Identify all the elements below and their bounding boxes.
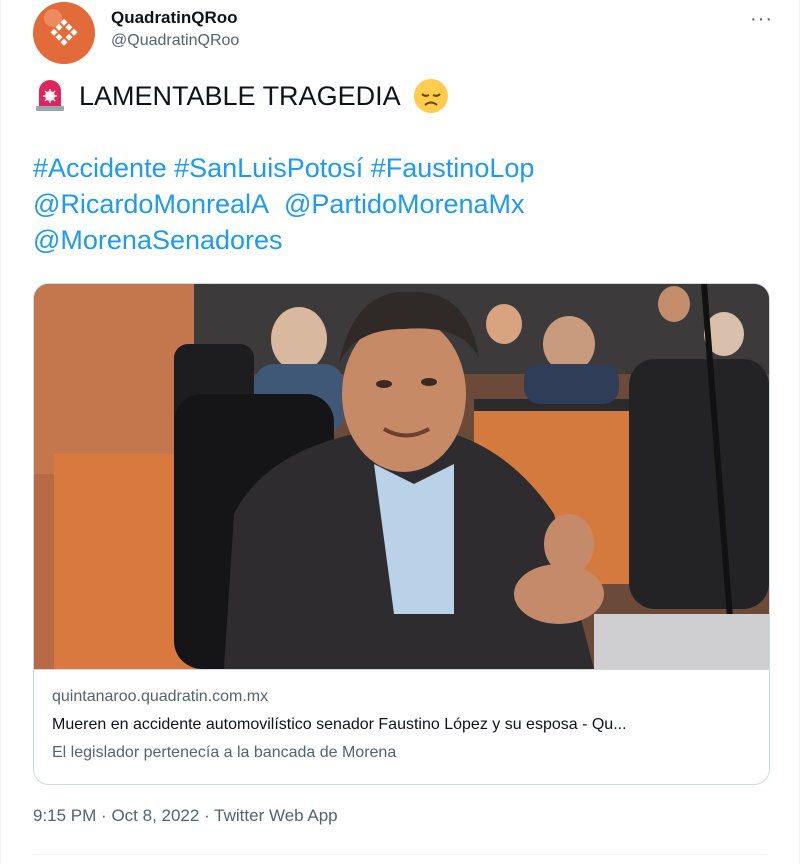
- tweet-text: LAMENTABLE TRAGEDIA #Accidente #SanLuisP…: [33, 78, 773, 258]
- hashtag-link[interactable]: #SanLuisPotosí: [174, 153, 363, 183]
- author-handle[interactable]: @QuadratinQRoo: [111, 31, 239, 51]
- link-card[interactable]: quintanaroo.quadratin.com.mx Mueren en a…: [33, 283, 770, 785]
- mention-link[interactable]: @RicardoMonrealA: [33, 189, 269, 219]
- footer-separator: ·: [204, 806, 210, 825]
- siren-icon: [33, 79, 67, 113]
- mention-link[interactable]: @PartidoMorenaMx: [284, 189, 525, 219]
- divider: [33, 854, 767, 855]
- hashtags: #Accidente #SanLuisPotosí #FaustinoLop: [33, 150, 773, 186]
- avatar[interactable]: [33, 2, 95, 64]
- more-dots-icon[interactable]: ···: [750, 8, 773, 31]
- tweet-header: QuadratinQRoo @QuadratinQRoo ···: [33, 2, 773, 64]
- author-display-name[interactable]: QuadratinQRoo: [111, 8, 239, 28]
- hashtag-link[interactable]: #Accidente: [33, 153, 167, 183]
- footer-separator: ·: [101, 806, 107, 825]
- tweet-headline: LAMENTABLE TRAGEDIA: [79, 81, 401, 111]
- mention-link[interactable]: @MorenaSenadores: [33, 225, 283, 255]
- card-domain: quintanaroo.quadratin.com.mx: [52, 688, 269, 705]
- card-image[interactable]: [34, 284, 769, 670]
- author-names[interactable]: QuadratinQRoo @QuadratinQRoo: [111, 8, 239, 51]
- tweet-timestamp-date[interactable]: Oct 8, 2022: [111, 806, 199, 825]
- mentions: @RicardoMonrealA @PartidoMorenaMx @Moren…: [33, 186, 773, 258]
- card-description: El legislador pertenecía a la bancada de…: [52, 744, 397, 761]
- tweet-timestamp-time[interactable]: 9:15 PM: [33, 806, 96, 825]
- tweet-footer: 9:15 PM · Oct 8, 2022 · Twitter Web App: [33, 806, 338, 826]
- card-meta[interactable]: quintanaroo.quadratin.com.mx Mueren en a…: [34, 669, 769, 784]
- tweet-headline-line: LAMENTABLE TRAGEDIA: [33, 78, 773, 114]
- tweet: QuadratinQRoo @QuadratinQRoo ··· LAMENTA…: [0, 0, 800, 864]
- card-title: Mueren en accidente automovilístico sena…: [52, 716, 627, 733]
- disappointed-face-icon: [413, 78, 449, 114]
- hashtag-link[interactable]: #FaustinoLop: [371, 153, 535, 183]
- quadratin-logo-icon: [33, 2, 95, 64]
- tweet-source[interactable]: Twitter Web App: [214, 806, 337, 825]
